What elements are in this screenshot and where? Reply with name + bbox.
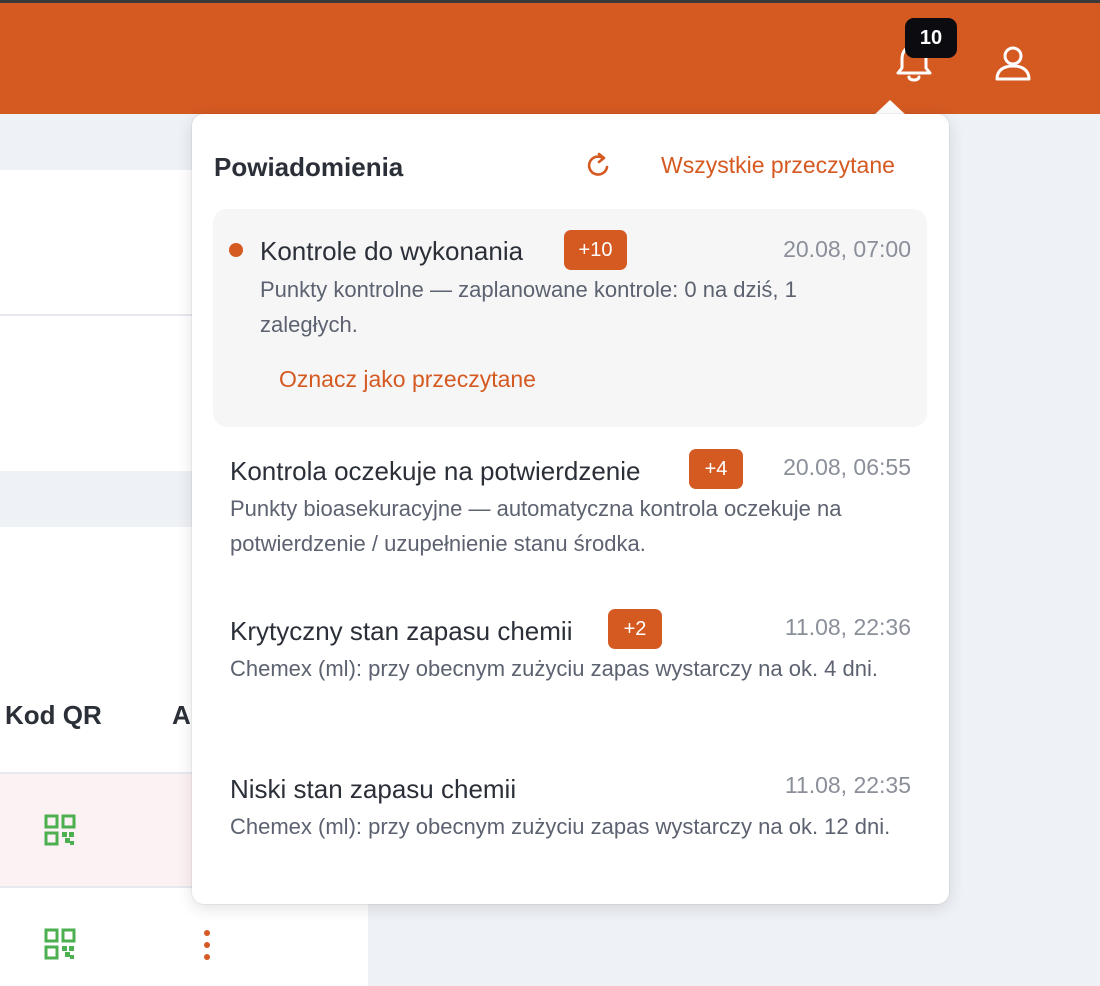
notification-time: 11.08, 22:36 [784,614,911,640]
column-header-a: A [172,700,191,730]
notification-time: 11.08, 22:35 [784,772,911,798]
notification-count-pill: +4 [689,449,743,489]
panel-title: Powiadomienia [214,152,404,182]
notification-description: Punkty bioasekuracyjne — automatyczna ko… [230,496,842,556]
notification-title: Kontrole do wykonania [260,236,524,266]
more-actions-icon[interactable] [201,928,213,962]
qr-code-icon[interactable] [44,814,76,846]
notification-count-pill: +2 [608,609,662,649]
notification-description: Chemex (ml): przy obecnym zużyciu zapas … [230,814,891,839]
user-menu-button[interactable] [988,39,1038,87]
notification-time: 20.08, 07:00 [783,236,911,262]
user-icon [995,46,1031,81]
refresh-button[interactable] [584,150,614,184]
notification-description: Punkty kontrolne — zaplanowane kontrole:… [260,277,797,337]
unread-dot [229,243,243,257]
notification-description: Chemex (ml): przy obecnym zużyciu zapas … [230,656,879,681]
notification-time: 20.08, 06:55 [783,454,911,480]
mark-all-read-button[interactable]: Wszystkie przeczytane [661,152,895,179]
notification-item[interactable]: Niski stan zapasu chemii 11.08, 22:35 Ch… [213,760,927,885]
refresh-icon [587,152,609,176]
notification-item[interactable]: Kontrola oczekuje na potwierdzenie +4 20… [213,442,927,567]
notification-title: Krytyczny stan zapasu chemii [230,616,573,646]
qr-code-icon[interactable] [44,928,76,960]
notifications-panel: Powiadomienia Wszystkie przeczytane Kont… [192,114,949,904]
notification-title: Kontrola oczekuje na potwierdzenie [230,456,641,486]
column-header-qr: Kod QR [5,700,102,730]
notification-count-pill: +10 [564,230,627,270]
notification-item[interactable]: Kontrole do wykonania +10 20.08, 07:00 P… [213,209,927,427]
notification-title: Niski stan zapasu chemii [230,774,517,804]
notification-item[interactable]: Krytyczny stan zapasu chemii +2 11.08, 2… [213,602,927,727]
notification-count-badge: 10 [905,18,957,58]
mark-as-read-button[interactable]: Oznacz jako przeczytane [279,366,536,393]
